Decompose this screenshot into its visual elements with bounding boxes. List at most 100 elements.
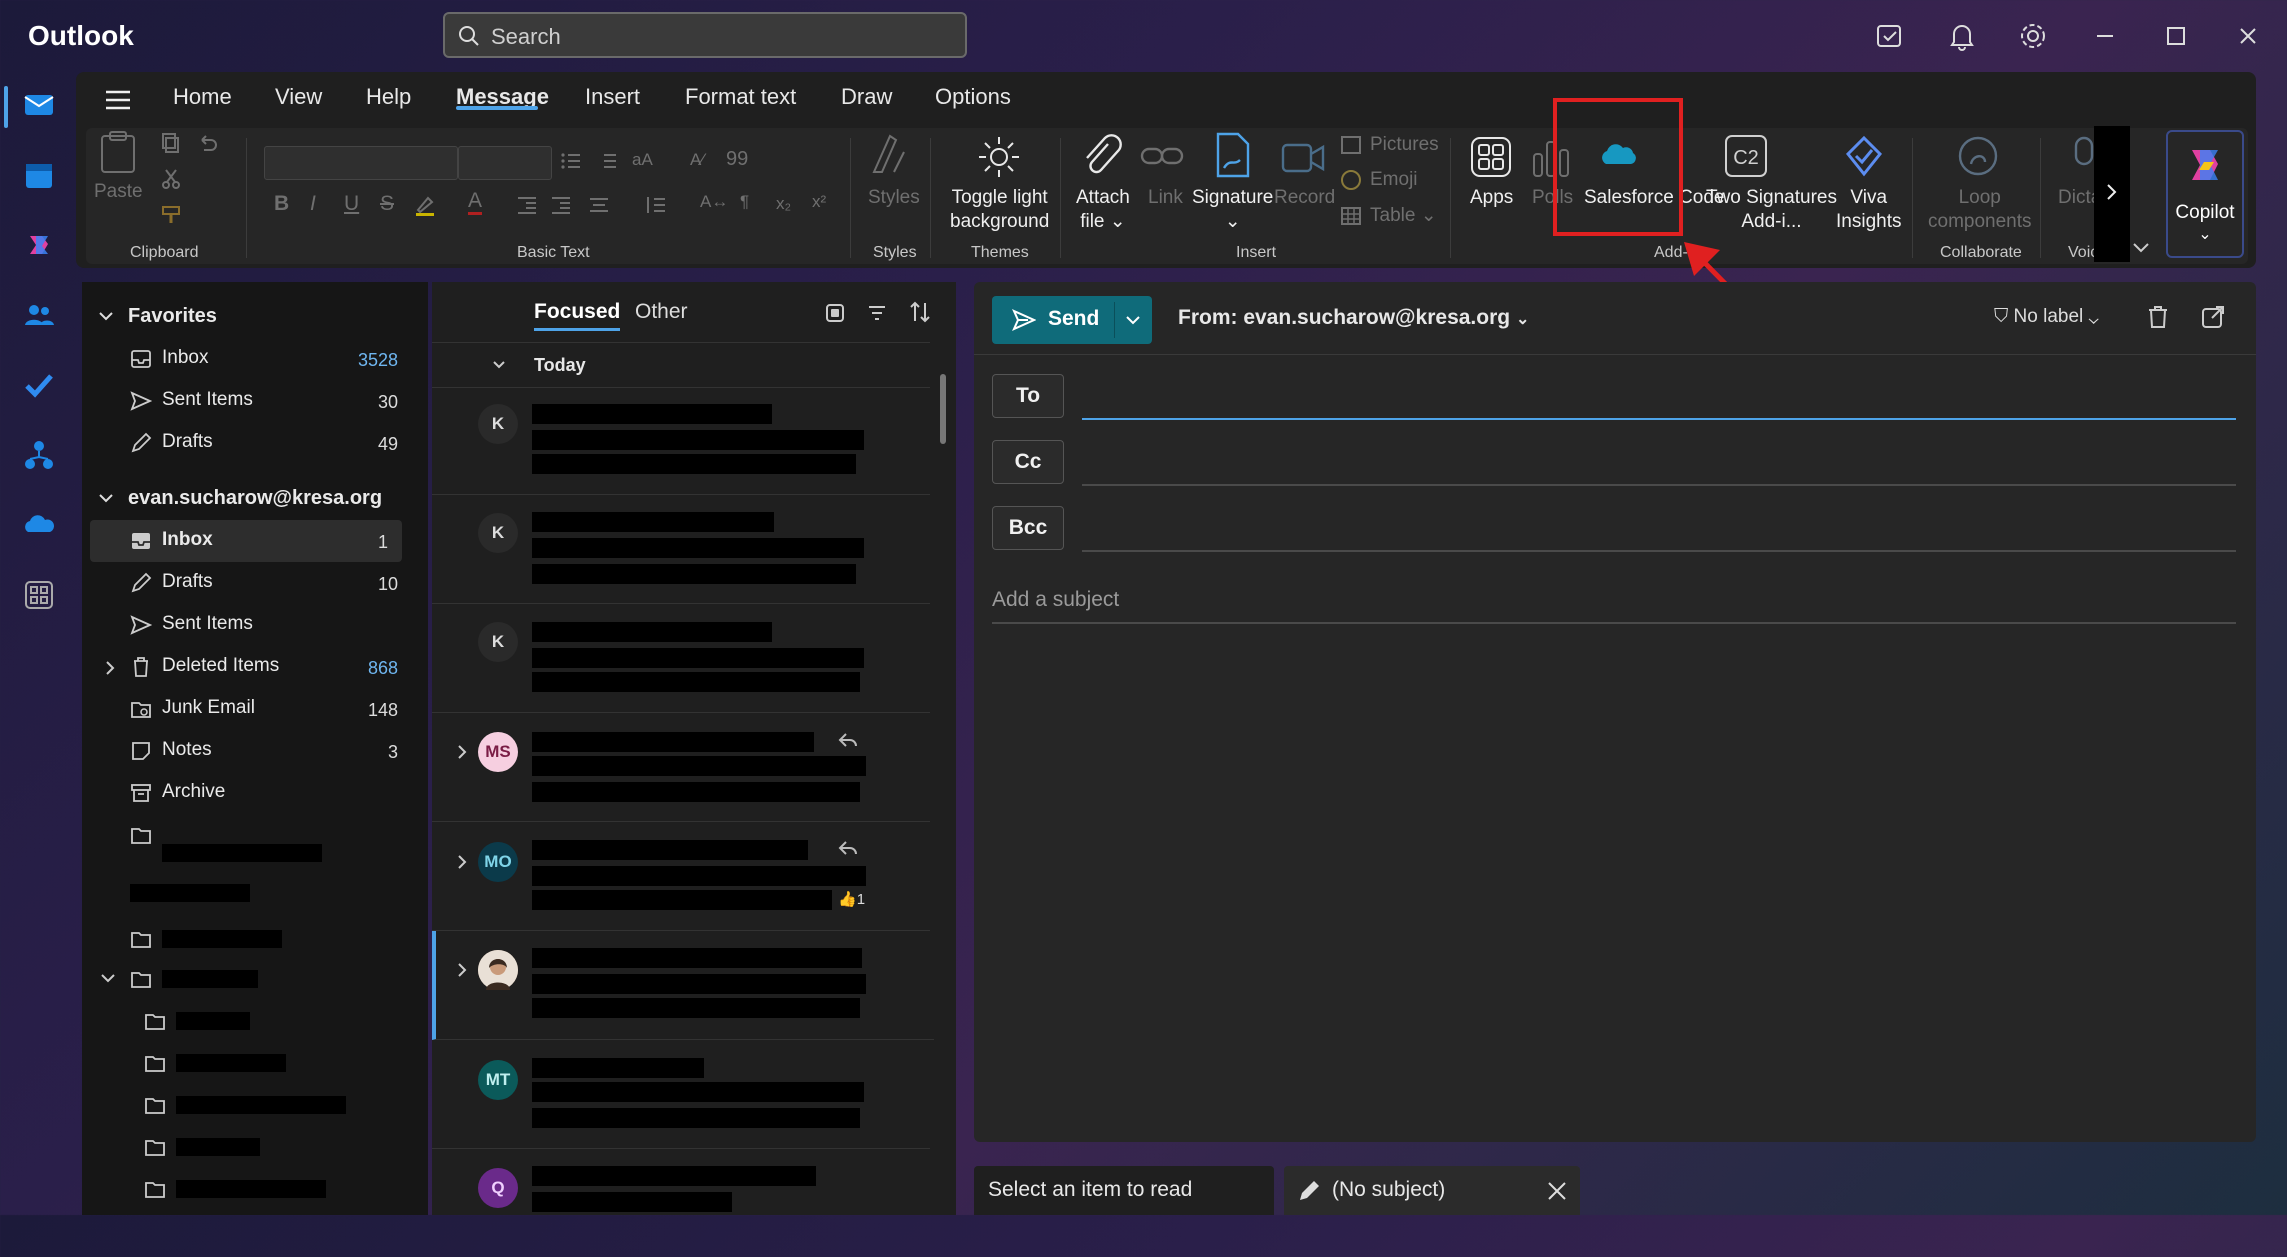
emoji-button[interactable]: Emoji [1370, 168, 1418, 192]
attach-file-button[interactable]: Attach file ⌄ [1076, 186, 1130, 234]
folder-notes[interactable]: Notes 3 [82, 730, 412, 772]
from-selector[interactable]: From: evan.sucharow@kresa.org ⌄ [1178, 306, 1529, 330]
table-button[interactable]: Table ⌄ [1370, 204, 1437, 228]
minimize-icon[interactable] [2087, 18, 2123, 54]
mail-icon[interactable] [22, 88, 56, 122]
ltr-icon[interactable]: ¶ [740, 192, 749, 212]
text-direction-icon[interactable]: A↔ [700, 192, 728, 212]
tab-view[interactable]: View [275, 84, 322, 110]
folder-junk-email[interactable]: Junk Email 148 [82, 688, 412, 730]
viva-insights-icon[interactable] [1842, 134, 1886, 178]
bcc-input[interactable] [1082, 512, 2236, 548]
increase-indent-icon[interactable] [550, 194, 572, 216]
two-signatures-button[interactable]: Two Signatures Add-i... [1706, 186, 1837, 234]
gear-icon[interactable] [2015, 18, 2051, 54]
sun-icon[interactable] [976, 134, 1022, 180]
bell-icon[interactable] [1944, 18, 1980, 54]
account-header[interactable]: evan.sucharow@kresa.org [82, 478, 412, 520]
more-apps-icon[interactable] [22, 578, 56, 612]
font-family-select[interactable] [264, 146, 458, 180]
attach-icon[interactable] [1078, 132, 1124, 180]
to-button[interactable]: To [992, 374, 1064, 418]
superscript-icon[interactable]: x² [812, 192, 826, 212]
close-window-icon[interactable] [2230, 18, 2266, 54]
folder-favorites-sent[interactable]: Sent Items 30 [82, 380, 412, 422]
chevron-right-icon[interactable] [456, 744, 468, 760]
org-explorer-icon[interactable] [22, 438, 56, 472]
two-signatures-icon[interactable]: C2 [1724, 134, 1768, 178]
copilot-rail-icon[interactable] [22, 228, 56, 262]
viva-insights-button[interactable]: Viva Insights [1836, 186, 1901, 234]
clear-format-icon[interactable]: A⁄ [690, 150, 704, 170]
copy-icon[interactable] [160, 132, 182, 154]
cc-button[interactable]: Cc [992, 440, 1064, 484]
people-icon[interactable] [22, 298, 56, 332]
group-header-today[interactable]: Today [432, 342, 930, 388]
filter-icon[interactable] [866, 302, 888, 324]
font-color-icon[interactable]: A [468, 190, 483, 215]
maximize-icon[interactable] [2158, 18, 2194, 54]
copilot-button[interactable]: Copilot ⌄ [2166, 130, 2244, 258]
apps-icon[interactable] [1470, 136, 1512, 178]
table-icon[interactable] [1340, 205, 1362, 227]
sort-icon[interactable] [908, 300, 932, 324]
paste-icon[interactable] [96, 130, 140, 176]
chevron-right-icon[interactable] [456, 962, 468, 978]
tab-insert[interactable]: Insert [585, 84, 640, 110]
italic-icon[interactable]: I [310, 192, 316, 216]
bullets-icon[interactable] [560, 150, 582, 172]
apps-button[interactable]: Apps [1470, 186, 1513, 210]
subscript-icon[interactable]: x₂ [776, 194, 791, 214]
undo-icon[interactable] [196, 132, 218, 154]
subject-input[interactable]: Add a subject [992, 588, 1119, 612]
styles-icon[interactable] [868, 132, 912, 178]
link-button[interactable]: Link [1148, 186, 1183, 210]
line-spacing-icon[interactable] [644, 194, 666, 216]
highlight-icon[interactable] [414, 194, 436, 216]
todo-icon[interactable] [22, 368, 56, 402]
signature-icon[interactable] [1212, 130, 1252, 180]
tab-draw[interactable]: Draw [841, 84, 892, 110]
underline-icon[interactable]: U [344, 192, 359, 216]
toggle-light-button[interactable]: Toggle light background [950, 186, 1049, 234]
tab-focused[interactable]: Focused [534, 300, 621, 331]
bottom-tab-draft[interactable]: (No subject) [1284, 1166, 1580, 1215]
pictures-icon[interactable] [1340, 134, 1362, 156]
font-size-change-icon[interactable]: aA [632, 150, 653, 170]
font-size-select[interactable] [458, 146, 552, 180]
folder-deleted-items[interactable]: Deleted Items 868 [82, 646, 412, 688]
message-list-scrollbar[interactable] [936, 344, 950, 1206]
onedrive-icon[interactable] [22, 508, 56, 542]
send-button[interactable]: Send [992, 296, 1114, 344]
tab-options[interactable]: Options [935, 84, 1011, 110]
folder-drafts[interactable]: Drafts 10 [82, 562, 412, 604]
ribbon-expand-chevron-icon[interactable] [2130, 238, 2152, 258]
chevron-right-icon[interactable] [456, 854, 468, 870]
select-icon[interactable] [824, 302, 846, 324]
hamburger-menu-icon[interactable] [104, 86, 132, 114]
tab-home[interactable]: Home [173, 84, 232, 110]
strikethrough-icon[interactable]: S [380, 192, 394, 216]
bold-icon[interactable]: B [274, 192, 289, 216]
signature-button[interactable]: Signature ⌄ [1192, 186, 1273, 234]
bottom-tab-reading[interactable]: Select an item to read [974, 1166, 1274, 1215]
quote-icon[interactable]: 99 [726, 148, 748, 171]
close-icon[interactable] [1546, 1180, 1568, 1202]
format-painter-icon[interactable] [160, 204, 182, 226]
pop-out-icon[interactable] [2200, 304, 2226, 330]
cc-input[interactable] [1082, 446, 2236, 482]
folder-sent-items[interactable]: Sent Items [82, 604, 412, 646]
send-options-chevron-icon[interactable] [1124, 314, 1142, 326]
folder-inbox[interactable]: Inbox 1 [90, 520, 402, 562]
record-icon[interactable] [1280, 140, 1326, 176]
to-input[interactable] [1082, 380, 2236, 416]
folder-favorites-drafts[interactable]: Drafts 49 [82, 422, 412, 464]
link-icon[interactable] [1140, 140, 1184, 174]
emoji-icon[interactable] [1340, 169, 1362, 191]
scrollbar-thumb[interactable] [940, 374, 946, 444]
sensitivity-label-button[interactable]: ⛉ No label ⌄ [1994, 306, 2099, 328]
search-box[interactable]: Search [443, 12, 967, 58]
message-body-editor[interactable] [992, 640, 2236, 1120]
favorites-header[interactable]: Favorites [82, 296, 412, 338]
align-icon[interactable] [588, 194, 610, 216]
